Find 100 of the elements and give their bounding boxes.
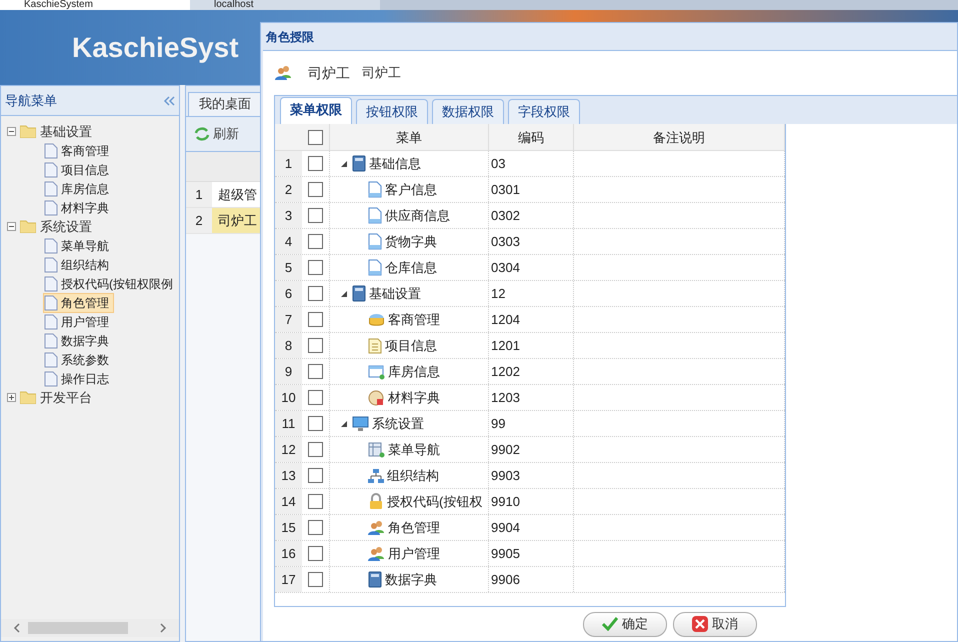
page-icon bbox=[44, 332, 58, 348]
nav-item[interactable]: 数据字典 bbox=[43, 330, 114, 350]
scroll-right-icon[interactable] bbox=[160, 623, 167, 633]
menu-name-cell-text: 基础信息 bbox=[369, 154, 421, 173]
document-icon bbox=[368, 207, 382, 224]
checkbox[interactable] bbox=[308, 156, 323, 171]
horizontal-scrollbar[interactable] bbox=[1, 619, 179, 637]
page-icon bbox=[44, 314, 58, 330]
code-cell: 12 bbox=[489, 281, 574, 306]
checkbox[interactable] bbox=[308, 338, 323, 353]
row-number: 2 bbox=[275, 177, 302, 202]
disc-icon bbox=[368, 390, 385, 406]
folder-icon bbox=[20, 125, 36, 138]
nav-item[interactable]: 材料字典 bbox=[43, 198, 114, 218]
checkbox[interactable] bbox=[308, 260, 323, 275]
row-number: 11 bbox=[275, 411, 302, 436]
close-icon bbox=[692, 616, 708, 632]
checkbox[interactable] bbox=[308, 468, 323, 483]
checkbox[interactable] bbox=[308, 416, 323, 431]
checkbox[interactable] bbox=[308, 364, 323, 379]
dialog-title: 角色授限 bbox=[266, 28, 314, 46]
page-icon bbox=[44, 294, 58, 310]
menu-name-cell-text: 供应商信息 bbox=[385, 206, 450, 225]
browser-tab[interactable]: KaschieSystem bbox=[0, 0, 190, 10]
expand-icon[interactable] bbox=[7, 393, 16, 402]
nav-item[interactable]: 项目信息 bbox=[43, 160, 114, 180]
document-icon bbox=[368, 181, 382, 198]
expanded-arrow-icon[interactable] bbox=[340, 290, 348, 298]
column-header[interactable]: 编码 bbox=[489, 124, 574, 150]
code-cell: 0303 bbox=[489, 229, 574, 254]
collapse-icon[interactable] bbox=[7, 127, 16, 136]
nav-item[interactable]: 菜单导航 bbox=[43, 236, 114, 256]
menu-name-cell-text: 仓库信息 bbox=[385, 258, 437, 277]
code-cell: 1201 bbox=[489, 333, 574, 358]
code-cell: 0302 bbox=[489, 203, 574, 228]
code-cell: 9902 bbox=[489, 437, 574, 462]
browser-tab[interactable]: localhost bbox=[190, 0, 380, 10]
nav-item[interactable]: 库房信息 bbox=[43, 178, 114, 198]
nav-group[interactable]: 系统设置 bbox=[40, 216, 92, 236]
scroll-left-icon[interactable] bbox=[13, 623, 20, 633]
collapse-icon[interactable] bbox=[7, 222, 16, 231]
menu-name-cell-text: 角色管理 bbox=[388, 518, 440, 537]
checkbox[interactable] bbox=[308, 130, 323, 144]
checkbox[interactable] bbox=[308, 572, 323, 587]
checkbox[interactable] bbox=[308, 182, 323, 197]
expanded-arrow-icon[interactable] bbox=[340, 160, 348, 168]
refresh-icon bbox=[194, 127, 210, 141]
checkbox[interactable] bbox=[308, 494, 323, 509]
permission-tab[interactable]: 字段权限 bbox=[508, 99, 580, 124]
users-icon bbox=[368, 546, 385, 562]
users-icon bbox=[368, 520, 385, 536]
nav-item[interactable]: 操作日志 bbox=[43, 368, 114, 388]
row-number: 15 bbox=[275, 515, 302, 540]
permission-tab[interactable]: 菜单权限 bbox=[280, 97, 352, 124]
page-icon bbox=[44, 352, 58, 368]
scrollbar-thumb[interactable] bbox=[28, 622, 128, 634]
checkbox[interactable] bbox=[308, 546, 323, 561]
check-icon bbox=[602, 617, 618, 631]
book-icon bbox=[352, 285, 366, 302]
expanded-arrow-icon[interactable] bbox=[340, 420, 348, 428]
nav-group[interactable]: 基础设置 bbox=[40, 122, 92, 142]
row-number: 1 bbox=[275, 151, 302, 176]
row-number: 2 bbox=[186, 208, 212, 233]
menu-name-cell-text: 用户管理 bbox=[388, 544, 440, 563]
checkbox[interactable] bbox=[308, 390, 323, 405]
page-icon bbox=[44, 180, 58, 196]
checkbox[interactable] bbox=[308, 286, 323, 301]
confirm-button[interactable]: 确定 bbox=[583, 612, 667, 636]
menu-name-cell-text: 数据字典 bbox=[385, 570, 437, 589]
code-cell: 0301 bbox=[489, 177, 574, 202]
nav-title: 导航菜单 bbox=[5, 92, 57, 110]
menu-name-cell-text: 货物字典 bbox=[385, 232, 437, 251]
code-cell: 1203 bbox=[489, 385, 574, 410]
page-icon bbox=[44, 142, 58, 158]
checkbox[interactable] bbox=[308, 234, 323, 249]
checkbox[interactable] bbox=[308, 442, 323, 457]
nav-item[interactable]: 系统参数 bbox=[43, 350, 114, 370]
nav-item[interactable]: 客商管理 bbox=[43, 140, 114, 160]
nav-item[interactable]: 组织结构 bbox=[43, 254, 114, 274]
nav-item[interactable]: 角色管理 bbox=[43, 292, 114, 312]
permission-tab[interactable]: 按钮权限 bbox=[356, 99, 428, 124]
menu-name-cell-text: 客户信息 bbox=[385, 180, 437, 199]
permission-tab[interactable]: 数据权限 bbox=[432, 99, 504, 124]
nav-item[interactable]: 授权代码(按钮权限例 bbox=[43, 274, 178, 294]
checkbox[interactable] bbox=[308, 208, 323, 223]
folder-icon bbox=[20, 220, 36, 233]
checkbox[interactable] bbox=[308, 520, 323, 535]
row-number: 8 bbox=[275, 333, 302, 358]
nav-group[interactable]: 开发平台 bbox=[40, 388, 92, 408]
page-icon bbox=[44, 238, 58, 254]
desktop-tab[interactable]: 我的桌面 bbox=[188, 92, 262, 116]
document-icon bbox=[368, 259, 382, 276]
cancel-button[interactable]: 取消 bbox=[673, 612, 757, 636]
row-number: 5 bbox=[275, 255, 302, 280]
cake-icon bbox=[368, 312, 385, 328]
nav-item[interactable]: 用户管理 bbox=[43, 312, 114, 332]
checkbox[interactable] bbox=[308, 312, 323, 327]
column-header[interactable]: 备注说明 bbox=[574, 124, 785, 150]
folder-icon bbox=[20, 391, 36, 404]
column-header[interactable]: 菜单 bbox=[330, 124, 489, 150]
